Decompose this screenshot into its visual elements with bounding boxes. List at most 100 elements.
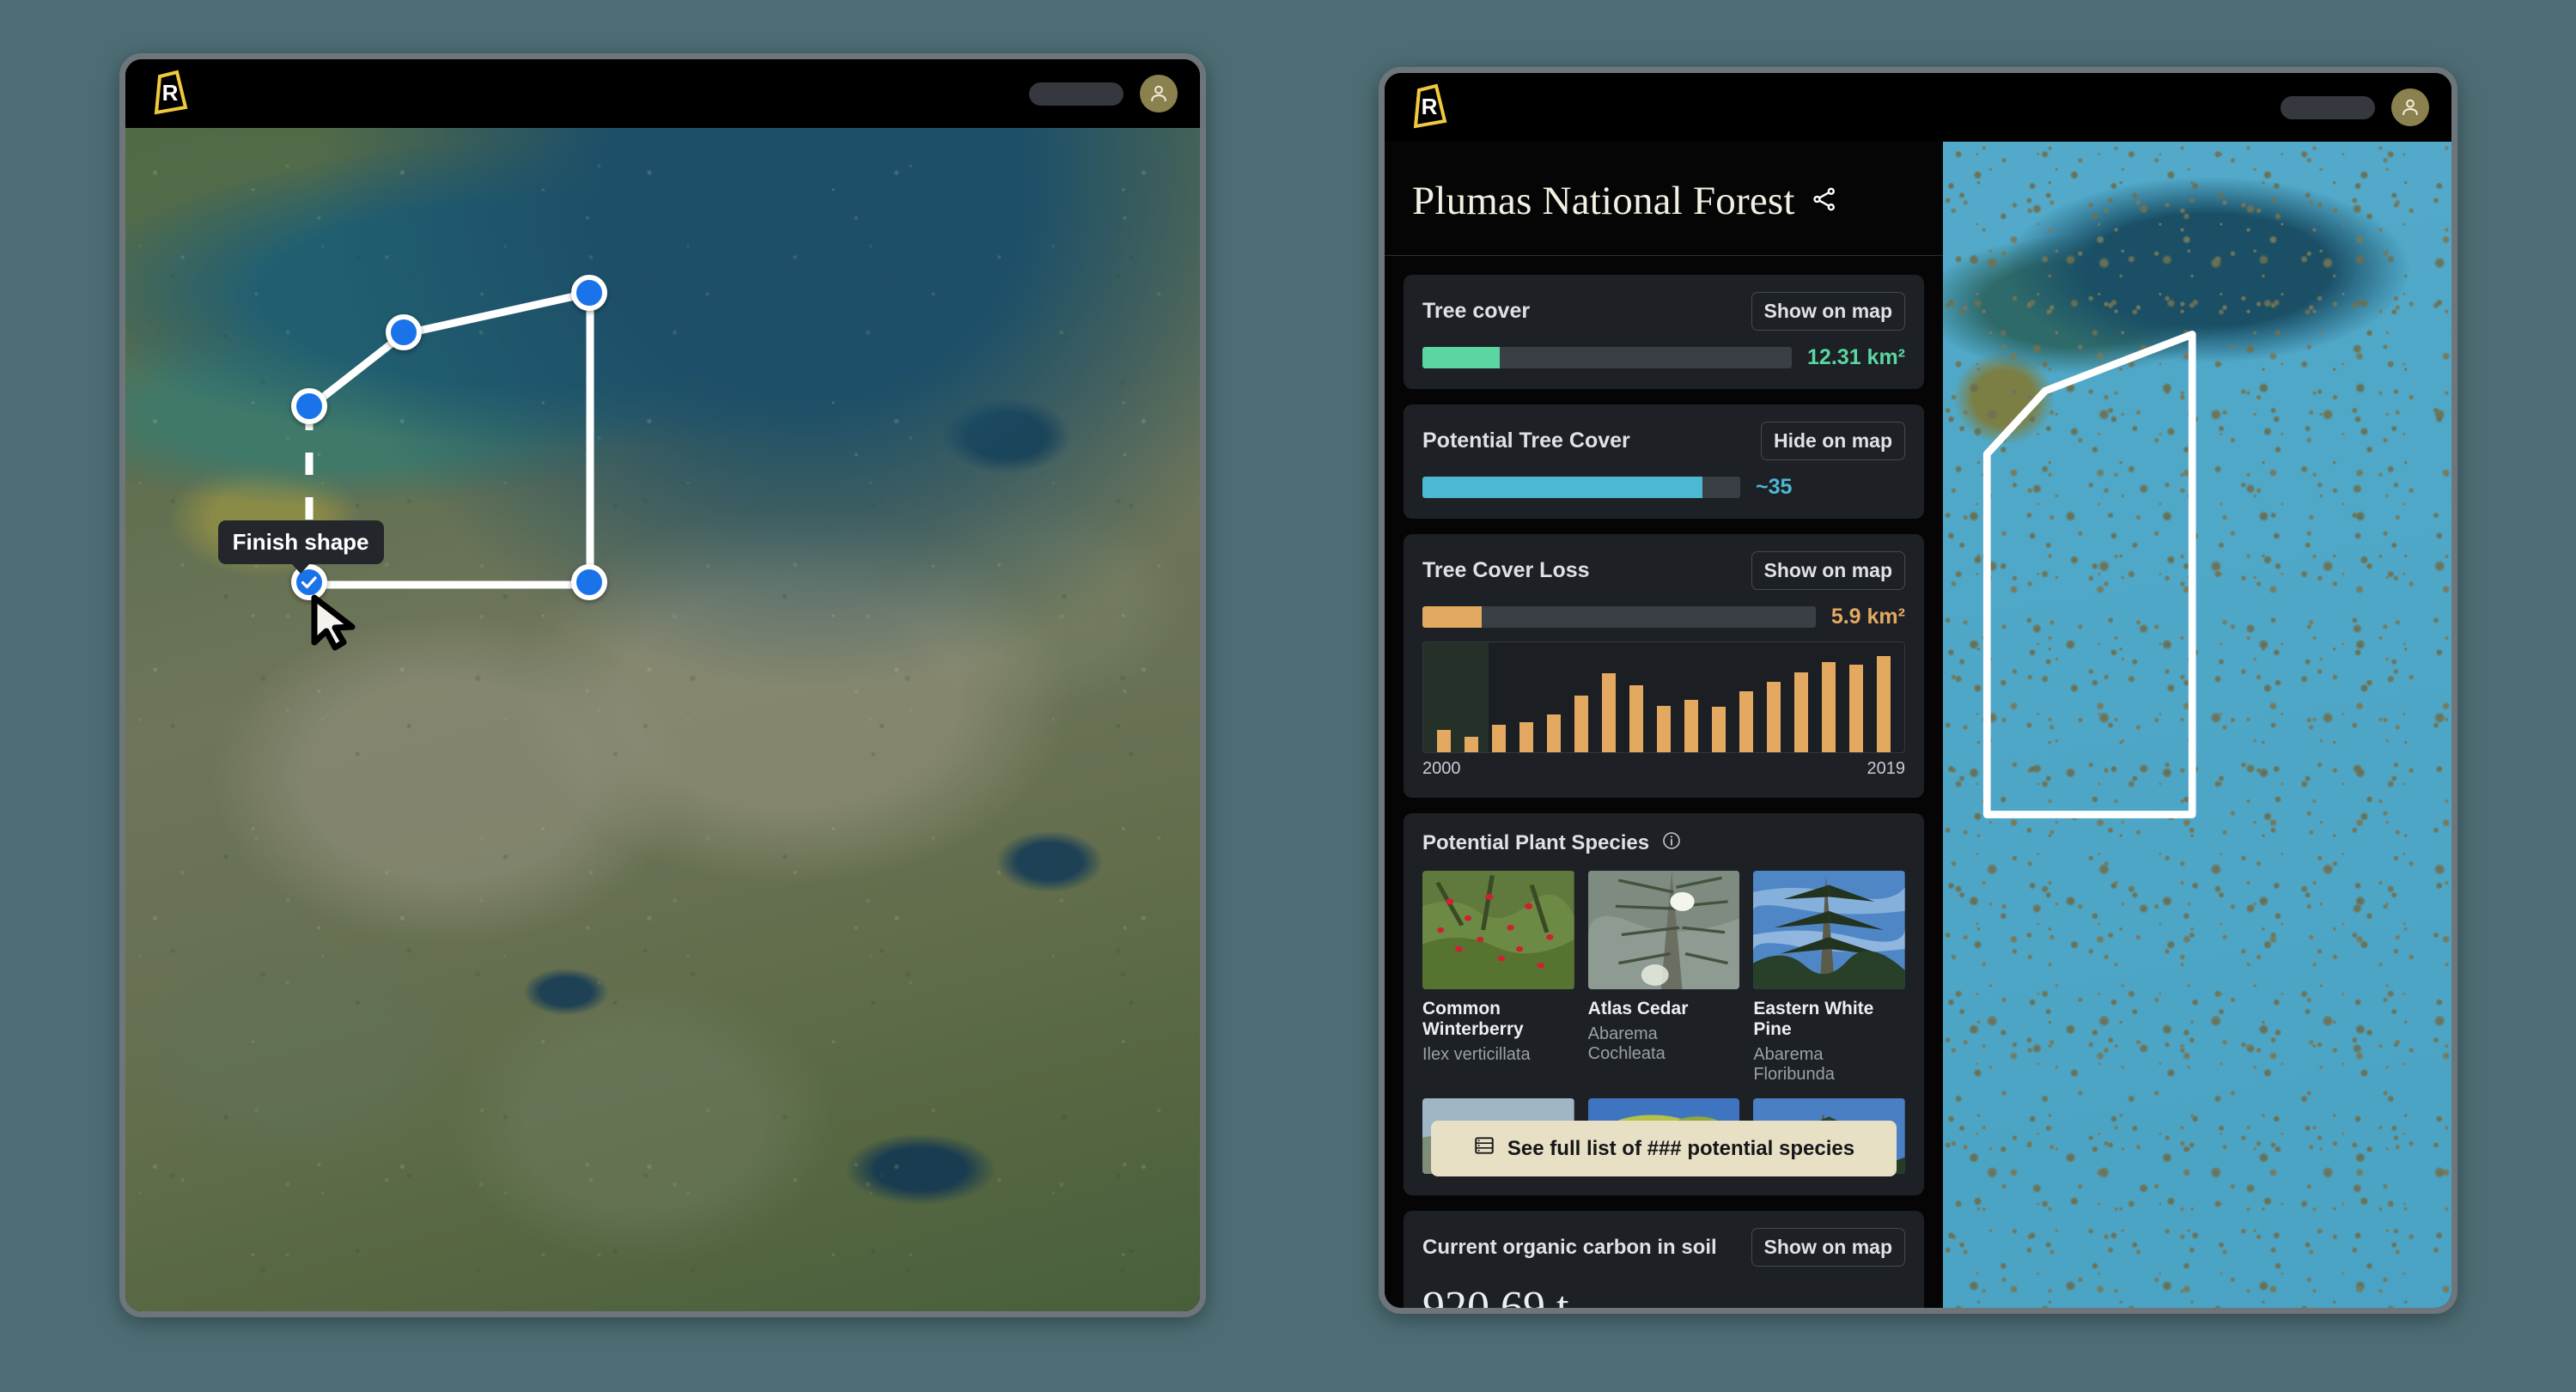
axis-start-label: 2000 bbox=[1422, 759, 1461, 778]
map-window-left: R Finish shape bbox=[119, 53, 1206, 1317]
cta-label: See full list of ### potential species bbox=[1507, 1136, 1855, 1160]
finish-shape-tooltip: Finish shape bbox=[217, 520, 384, 565]
card-tree-cover: Tree cover Show on map 12.31 km² bbox=[1404, 275, 1924, 389]
progress-track bbox=[1422, 477, 1740, 498]
chart-bar bbox=[1848, 665, 1864, 752]
chart-bar bbox=[1766, 682, 1781, 752]
card-tree-cover-loss: Tree Cover Loss Show on map 5.9 km² 2000… bbox=[1404, 534, 1924, 798]
chart-bar bbox=[1436, 730, 1452, 752]
share-icon[interactable] bbox=[1810, 185, 1839, 218]
species-name: Atlas Cedar bbox=[1587, 999, 1689, 1018]
chart-bar bbox=[1793, 672, 1809, 752]
metric-value: 5.9 km² bbox=[1830, 605, 1905, 629]
chart-bar-column bbox=[1678, 647, 1705, 752]
chart-bar-column bbox=[1485, 647, 1513, 752]
card-title: Tree Cover Loss bbox=[1422, 558, 1590, 582]
polygon-vertex-top-mid[interactable] bbox=[386, 314, 422, 351]
chart-bar-column bbox=[1458, 647, 1485, 752]
chart-bar-column bbox=[1430, 647, 1458, 752]
axis-end-label: 2019 bbox=[1867, 759, 1906, 778]
list-icon bbox=[1473, 1134, 1495, 1163]
polygon-vertex-left[interactable] bbox=[290, 387, 327, 424]
svg-text:R: R bbox=[1422, 94, 1438, 119]
card-organic-carbon: Current organic carbon in soil Show on m… bbox=[1404, 1211, 1924, 1308]
chart-bar-column bbox=[1650, 647, 1678, 752]
hide-on-map-button[interactable]: Hide on map bbox=[1760, 422, 1905, 460]
analysis-sidebar[interactable]: Plumas National Forest Tree cover Show o… bbox=[1385, 142, 1943, 1308]
carbon-value: 920.69 t bbox=[1422, 1283, 1569, 1308]
chart-bar-column bbox=[1733, 647, 1760, 752]
species-grid: Common Winterberry Ilex verticillata Atl… bbox=[1422, 871, 1905, 1085]
avatar[interactable] bbox=[2391, 88, 2429, 126]
chart-axis: 2000 2019 bbox=[1422, 759, 1905, 779]
progress-fill bbox=[1422, 606, 1482, 628]
chart-bar-column bbox=[1540, 647, 1568, 752]
topbar-pill-left[interactable] bbox=[1029, 82, 1124, 106]
species-title: Potential Plant Species bbox=[1422, 830, 1650, 854]
svg-text:R: R bbox=[162, 80, 179, 106]
metric-value: 12.31 km² bbox=[1807, 345, 1905, 369]
chart-bar-column bbox=[1815, 647, 1842, 752]
topbar-left: R bbox=[125, 59, 1200, 128]
sidebar-header: Plumas National Forest bbox=[1385, 142, 1943, 256]
species-card[interactable]: Common Winterberry Ilex verticillata bbox=[1422, 871, 1574, 1085]
satellite-map-right[interactable] bbox=[1943, 142, 2451, 1308]
chart-bar bbox=[1821, 661, 1836, 752]
progress-track bbox=[1422, 606, 1816, 628]
chart-bar-column bbox=[1705, 647, 1733, 752]
card-title: Potential Tree Cover bbox=[1422, 429, 1630, 453]
metrics-list: Tree cover Show on map 12.31 km² Potenti… bbox=[1385, 256, 1943, 1308]
logo-r-icon[interactable]: R bbox=[1407, 83, 1452, 131]
species-latin-name: Abarema Floribunda bbox=[1753, 1045, 1835, 1085]
chart-bars bbox=[1430, 647, 1897, 752]
info-icon[interactable] bbox=[1661, 830, 1682, 855]
species-thumbnail bbox=[1753, 871, 1905, 989]
progress-track bbox=[1422, 347, 1793, 368]
drawn-polygon bbox=[305, 289, 594, 589]
chart-bar-column bbox=[1870, 647, 1897, 752]
chart-bar-column bbox=[1513, 647, 1540, 752]
chart-bar bbox=[1546, 714, 1562, 752]
chart-bar bbox=[1464, 737, 1479, 752]
chart-bar-column bbox=[1760, 647, 1787, 752]
chart-bar-column bbox=[1842, 647, 1870, 752]
chart-bar-column bbox=[1595, 647, 1623, 752]
chart-bar bbox=[1739, 691, 1754, 752]
app-window-right: R Plumas National Forest Tree cover Show… bbox=[1379, 67, 2457, 1314]
tooltip-label: Finish shape bbox=[232, 529, 369, 556]
avatar[interactable] bbox=[1140, 75, 1178, 112]
topbar-right: R bbox=[1385, 73, 2451, 142]
chart-bar bbox=[1491, 725, 1507, 752]
topbar-pill-right[interactable] bbox=[2281, 95, 2375, 119]
mouse-cursor bbox=[309, 594, 361, 655]
polygon-vertex-top-right[interactable] bbox=[571, 274, 608, 311]
metric-value: ~35 bbox=[1756, 475, 1793, 499]
see-full-species-list-button[interactable]: See full list of ### potential species bbox=[1431, 1121, 1897, 1177]
species-thumbnail bbox=[1587, 871, 1740, 989]
card-potential-plant-species: Potential Plant Species Common Winterber… bbox=[1404, 813, 1924, 1196]
chart-bar bbox=[1656, 705, 1672, 752]
species-thumbnail bbox=[1422, 871, 1574, 989]
chart-bar bbox=[1574, 695, 1589, 752]
show-on-map-button[interactable]: Show on map bbox=[1751, 551, 1905, 590]
card-title: Tree cover bbox=[1422, 299, 1531, 323]
chart-bar-column bbox=[1787, 647, 1815, 752]
card-potential-tree-cover: Potential Tree Cover Hide on map ~35 bbox=[1404, 404, 1924, 519]
page-title: Plumas National Forest bbox=[1412, 179, 1795, 223]
chart-bar bbox=[1876, 655, 1891, 752]
satellite-map-left[interactable]: Finish shape bbox=[125, 128, 1200, 1311]
species-name: Eastern White Pine bbox=[1753, 999, 1874, 1040]
chart-bar bbox=[1519, 721, 1534, 752]
species-latin-name: Abarema Cochleata bbox=[1587, 1024, 1666, 1064]
area-of-interest-polygon bbox=[1982, 331, 2196, 818]
chart-bar-column bbox=[1623, 647, 1650, 752]
polygon-vertex-bottom-right[interactable] bbox=[571, 564, 608, 601]
species-card[interactable]: Eastern White Pine Abarema Floribunda bbox=[1753, 871, 1905, 1085]
progress-fill bbox=[1422, 477, 1702, 498]
species-card[interactable]: Atlas Cedar Abarema Cochleata bbox=[1587, 871, 1740, 1085]
chart-bar bbox=[1684, 699, 1699, 752]
logo-r-icon[interactable]: R bbox=[148, 70, 192, 118]
show-on-map-button[interactable]: Show on map bbox=[1751, 292, 1905, 331]
show-on-map-button[interactable]: Show on map bbox=[1751, 1228, 1905, 1267]
progress-fill bbox=[1422, 347, 1501, 368]
